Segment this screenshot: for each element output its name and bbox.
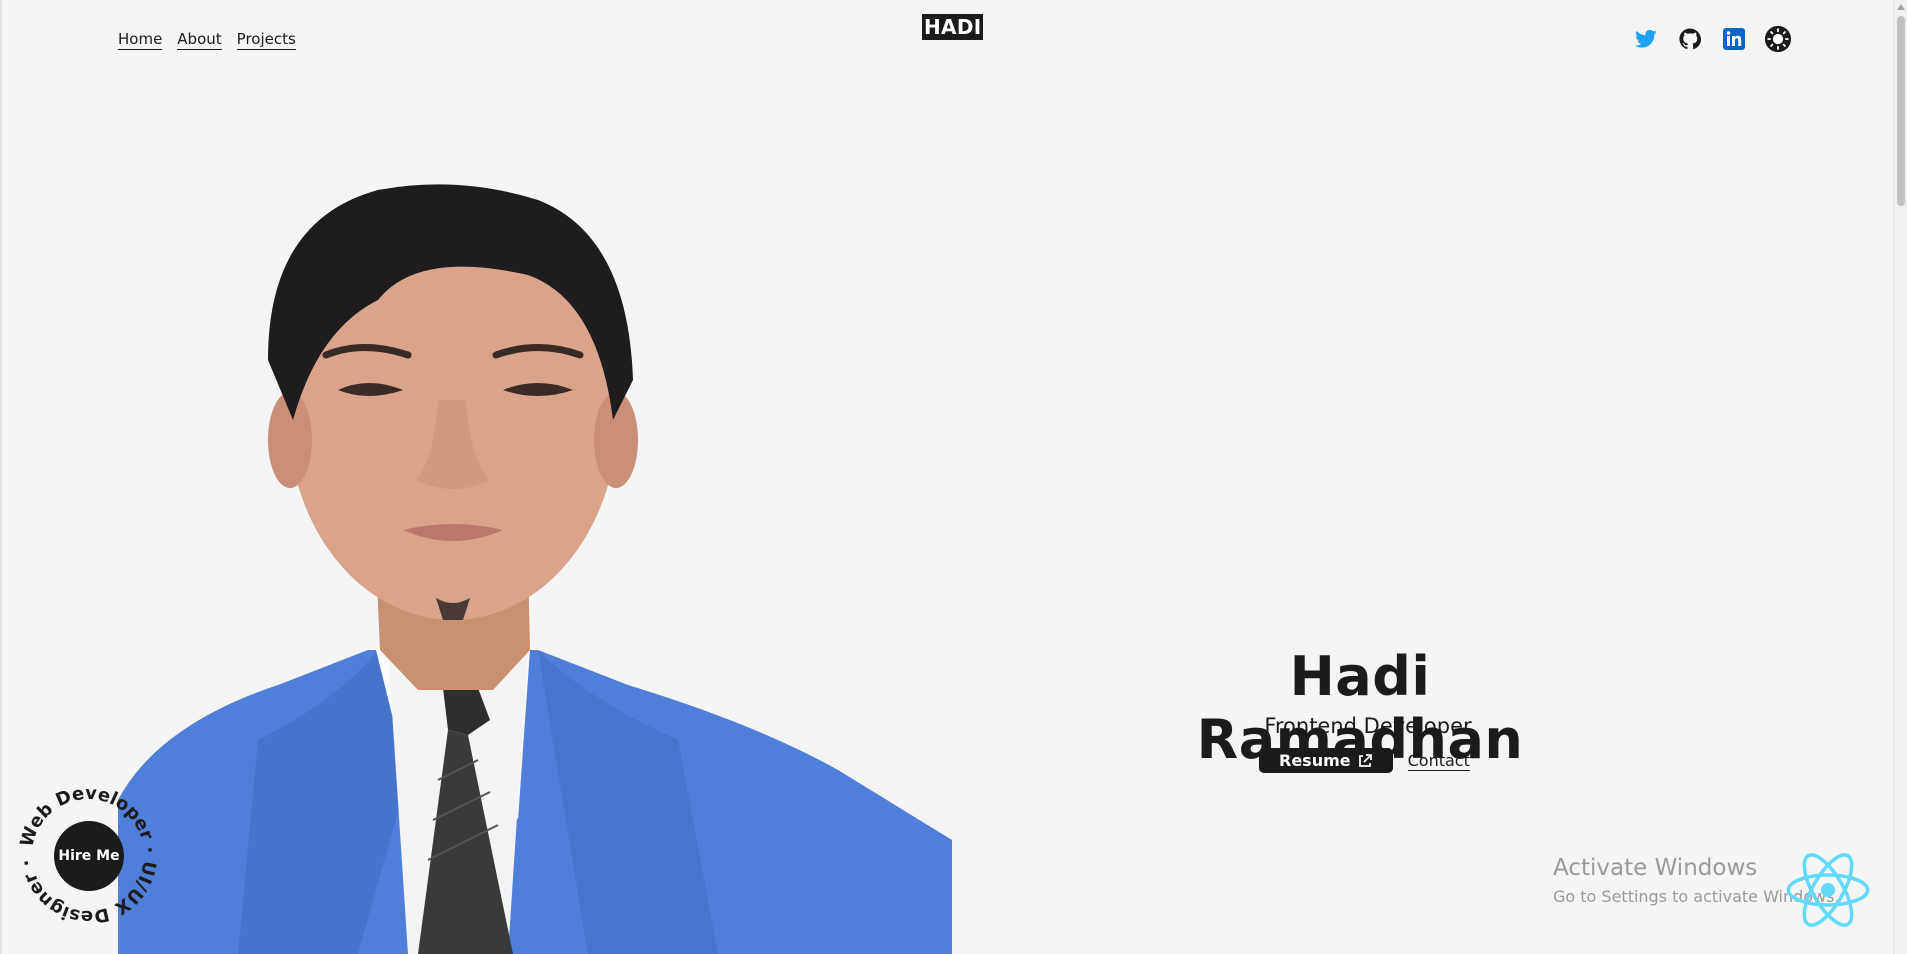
external-link-icon [1358, 753, 1372, 767]
resume-button[interactable]: Resume [1259, 748, 1393, 773]
social-links [1632, 25, 1792, 53]
main-nav: Home About Projects [118, 30, 296, 50]
nav-projects-link[interactable]: Projects [236, 30, 296, 50]
scrollbar-thumb[interactable] [1897, 16, 1905, 206]
scroll-up-arrow-icon[interactable] [1897, 4, 1905, 10]
resume-label: Resume [1279, 751, 1351, 770]
linkedin-icon[interactable] [1720, 25, 1748, 53]
profile-photo [118, 180, 952, 954]
hire-me-badge: Web Developer · UI/UX Designer · Hire Me [16, 783, 160, 927]
react-logo-icon [1786, 853, 1870, 927]
hero-actions: Resume Contact [1259, 748, 1470, 773]
hire-me-button[interactable]: Hire Me [54, 821, 124, 891]
vertical-scrollbar[interactable] [1893, 0, 1907, 954]
contact-link[interactable]: Contact [1407, 751, 1470, 771]
page: Home About Projects HADI Hadi Ramadhan F… [0, 0, 1907, 954]
hero-role: Frontend Developer [1264, 714, 1472, 738]
github-icon[interactable] [1676, 25, 1704, 53]
site-logo[interactable]: HADI [922, 14, 984, 40]
twitter-icon[interactable] [1632, 25, 1660, 53]
page-edge-line [0, 0, 2, 954]
theme-toggle-icon[interactable] [1764, 25, 1792, 53]
nav-home-link[interactable]: Home [118, 30, 163, 50]
nav-about-link[interactable]: About [177, 30, 222, 50]
